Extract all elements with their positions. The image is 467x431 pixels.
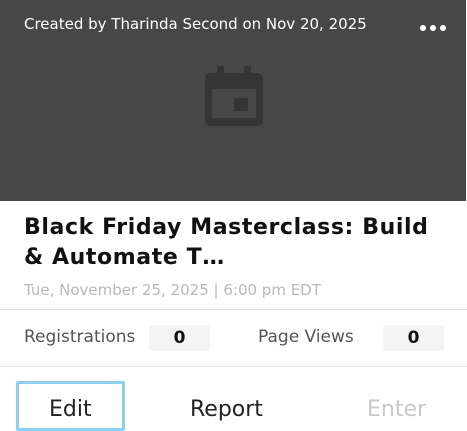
more-dot <box>430 25 436 31</box>
more-dot <box>440 25 446 31</box>
registrations-label: Registrations <box>24 327 136 347</box>
event-title[interactable]: Black Friday Masterclass: Build & Automa… <box>24 213 449 273</box>
report-button[interactable]: Report <box>190 397 263 422</box>
more-options-button[interactable] <box>417 16 449 40</box>
creator-text: Created by Tharinda Second on Nov 20, 20… <box>24 15 367 33</box>
page-views-count: 0 <box>383 325 444 351</box>
event-card: Created by Tharinda Second on Nov 20, 20… <box>0 0 467 431</box>
event-date: Tue, November 25, 2025 | 6:00 pm EDT <box>24 281 321 299</box>
more-horizontal-icon <box>420 25 426 31</box>
edit-button[interactable]: Edit <box>49 397 92 422</box>
page-views-label: Page Views <box>258 327 354 347</box>
event-thumbnail: Created by Tharinda Second on Nov 20, 20… <box>0 0 466 201</box>
calendar-icon <box>205 66 263 126</box>
enter-button[interactable]: Enter <box>367 397 426 422</box>
registrations-count: 0 <box>149 325 210 351</box>
divider <box>0 309 467 310</box>
divider <box>0 366 467 367</box>
